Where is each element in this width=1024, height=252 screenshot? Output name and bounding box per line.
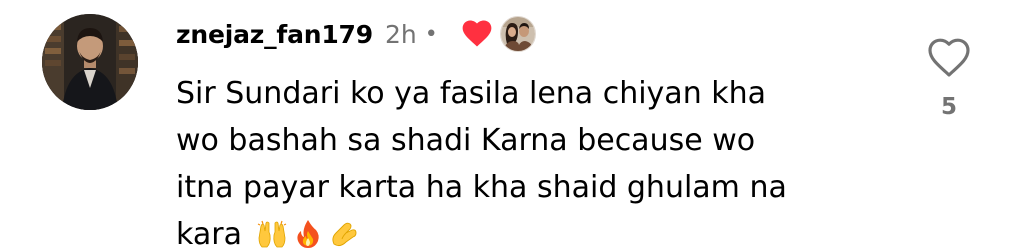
liked-by-creator (462, 16, 536, 52)
comment-line: Sir Sundari ko ya fasila lena chiyan kha (176, 76, 767, 111)
comment-item: znejaz_fan179 2h • Sir Sundari ko ya fas… (0, 0, 1024, 252)
creator-avatar (499, 16, 536, 52)
comment-line: wo bashah sa shadi Karna because wo (176, 123, 756, 158)
user-avatar[interactable] (42, 14, 138, 110)
comment-text: Sir Sundari ko ya fasila lena chiyan kha… (176, 70, 876, 252)
like-count: 5 (940, 94, 957, 120)
comment-line: kara (176, 217, 242, 252)
separator-dot: • (424, 21, 438, 47)
timestamp: 2h (384, 19, 417, 49)
pinching-hand-emoji (328, 218, 360, 250)
heart-filled-icon (462, 20, 492, 47)
heart-outline-icon[interactable] (927, 38, 971, 78)
fire-emoji (292, 218, 324, 250)
raising-hands-emoji (256, 218, 288, 250)
comment-line: itna payar karta ha kha shaid ghulam na (176, 170, 787, 205)
comment-last-line: kara (176, 217, 360, 252)
username-link[interactable]: znejaz_fan179 (176, 20, 373, 49)
comment-header: znejaz_fan179 2h • (176, 14, 536, 54)
like-control: 5 (922, 38, 976, 120)
